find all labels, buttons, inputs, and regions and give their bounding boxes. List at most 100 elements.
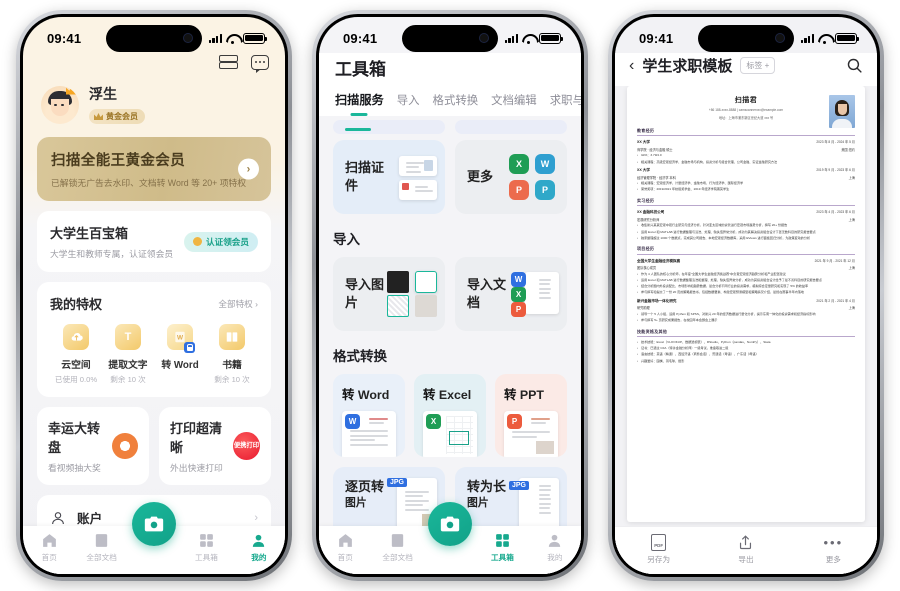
profile-icon xyxy=(250,532,267,549)
page-title: 学生求职模板 xyxy=(642,58,733,75)
resume-bullet: 结合分析国内外投资配比、市场影响和趋势数据，最合分析不同行业的投资需求，模拟综合… xyxy=(637,284,855,289)
privilege-name: 云空间 xyxy=(61,360,91,371)
resume-section-heading: 教育经历 xyxy=(637,128,855,137)
gold-banner-title: 扫描全能王黄金会员 xyxy=(51,153,186,169)
tab-profile[interactable]: 我的 xyxy=(529,532,581,563)
resume-location: 上海 xyxy=(848,217,855,222)
tab-home[interactable]: 首页 xyxy=(319,532,371,563)
tool-label-line1: 逐页转 xyxy=(345,479,385,494)
camera-scan-button[interactable] xyxy=(132,502,176,546)
phone-bezel: 09:41 浮生 黄金会员 扫描全能王黄金会员 已解锁无广告去水印、文档转 Wo… xyxy=(20,14,288,577)
resume-bullet: 领导一个 5 人小组，运用 Python 和 SPSS，对新兴 20 年的经济数… xyxy=(637,312,855,317)
tab-home[interactable]: 首页 xyxy=(23,532,75,563)
home-icon xyxy=(41,532,58,549)
resume-role: 经济管理学院 · 经济学 本科 xyxy=(637,175,676,180)
screen-toolbox: 09:41 工具箱 扫描服务 导入 格式转换 文档编辑 求职与校园 xyxy=(319,17,581,574)
profile-row[interactable]: 浮生 黄金会员 xyxy=(23,70,285,137)
privileges-grid: 云空间 已使用 0.0% T 提取文字 剩余 10 次 W 转 Word 书籍 … xyxy=(50,324,258,385)
tool-label-line2: 图片 xyxy=(467,496,489,509)
tool-card-to-ppt[interactable]: 转 PPT P xyxy=(495,374,567,457)
tool-card-import-doc[interactable]: 导入文档 W X P xyxy=(455,257,567,331)
tool-card-to-excel[interactable]: 转 Excel X xyxy=(414,374,486,457)
tab-doc-edit[interactable]: 文档编辑 xyxy=(491,92,537,116)
tab-label: 工具箱 xyxy=(195,553,218,562)
cloud-icon xyxy=(63,324,89,350)
print-card[interactable]: 打印超清晰 外出快速打印 便携打印 xyxy=(159,407,271,485)
clipped-card-right xyxy=(455,120,567,134)
resume-org: XX 大学 xyxy=(637,140,650,145)
document-viewer[interactable]: 扫描君 +86 188-xxxx-8888 | camscannerxxx@ex… xyxy=(615,86,877,574)
avatar[interactable] xyxy=(41,85,79,124)
resume-bullet: 参与撰写和提交了一份 20 页的策略报告书，包括数据要素、构建宏观预测模型和策略… xyxy=(637,290,855,295)
tool-card-import-image[interactable]: 导入图片 xyxy=(333,257,445,331)
screen-home: 09:41 浮生 黄金会员 扫描全能王黄金会员 已解锁无广告去水印、文档转 Wo… xyxy=(23,17,285,574)
tab-toolbox[interactable]: 工具箱 xyxy=(476,532,528,563)
tab-import[interactable]: 导入 xyxy=(397,92,420,116)
privilege-item[interactable]: 云空间 已使用 0.0% xyxy=(50,324,102,385)
resume-location: 上海 xyxy=(848,175,855,180)
more-button[interactable]: ••• 更多 xyxy=(790,533,877,565)
status-indicators xyxy=(208,32,267,44)
screen-resume: 09:41 ‹ 学生求职模板 标签 + 扫描君 +86 188-xxxx-888… xyxy=(615,17,877,574)
camera-scan-button[interactable] xyxy=(428,502,472,546)
convert-prefix: 转 xyxy=(423,388,436,402)
resume-date: 2019 年 9 月 - 2023 年 6 月 xyxy=(816,168,855,173)
dynamic-island xyxy=(698,25,794,52)
text-extract-icon: T xyxy=(115,324,141,350)
resume-contact-line2: 地址：上海市浦东新区世纪大道 xxx 号 xyxy=(718,116,774,121)
resume-org: XX 金融科技公司 xyxy=(637,210,665,215)
privilege-item[interactable]: W 转 Word xyxy=(154,324,206,385)
status-indicators xyxy=(504,32,563,44)
section-title-import: 导入 xyxy=(333,232,360,247)
document-toolbar: PDF 另存为 导出 ••• 更多 xyxy=(615,526,877,574)
save-as-button[interactable]: PDF 另存为 xyxy=(615,533,702,565)
lucky-wheel-card[interactable]: 幸运大转盘 看视频抽大奖 xyxy=(37,407,149,485)
resume-name: 扫描君 xyxy=(734,97,758,104)
resume-bullet: 独家整理超过 1000 个数据点，完成其公司报告、本地宏观经济数据库，采用 EV… xyxy=(637,236,855,241)
ppt-slide-thumb: P xyxy=(504,411,558,457)
resume-bullet: 作为 4 人团队的核心分析师，在年度"全国大学生金融经济挑战赛"中负责宏观经济趋… xyxy=(637,272,855,277)
verify-member-button[interactable]: 认证领会员 xyxy=(184,231,258,252)
lucky-wheel-subtitle: 看视频抽大奖 xyxy=(48,463,101,473)
resume-section: 教育经历 XX 大学 2023 年 8 月 - 2024 年 5 月 商学院 · … xyxy=(637,128,855,192)
tool-card-more[interactable]: 更多 X W P P xyxy=(455,140,567,214)
tab-format-convert[interactable]: 格式转换 xyxy=(433,92,479,116)
tab-all-docs[interactable]: 全部文档 xyxy=(75,532,127,563)
tab-job-campus[interactable]: 求职与校园 xyxy=(550,92,581,116)
wifi-icon xyxy=(818,33,831,44)
privilege-item[interactable]: 书籍 剩余 10 次 xyxy=(206,324,258,385)
privilege-item[interactable]: T 提取文字 剩余 10 次 xyxy=(102,324,154,385)
tab-profile[interactable]: 我的 xyxy=(233,532,285,563)
resume-bullet: 运用 Excel 和 MATLAB 进行数据整理清洗和整理、处理、缺失值异常分析… xyxy=(637,278,855,283)
word-icon: W xyxy=(511,272,526,287)
search-icon[interactable] xyxy=(846,57,863,74)
all-privileges-link[interactable]: 全部特权 › xyxy=(218,298,258,310)
add-tag-button[interactable]: 标签 + xyxy=(740,57,776,74)
gold-member-banner[interactable]: 扫描全能王黄金会员 已解锁无广告去水印、文档转 Word 等 20+ 项特权 › xyxy=(37,137,271,201)
student-toolbox-card[interactable]: 大学生百宝箱 大学生和教师专属，认证领会员 认证领会员 xyxy=(37,211,271,272)
tool-label-line2: 图片 xyxy=(345,496,367,509)
tool-card-scan-id[interactable]: 扫描证件 xyxy=(333,140,445,214)
signal-icon xyxy=(208,33,222,43)
chevron-right-icon[interactable]: › xyxy=(238,158,259,180)
chat-icon[interactable] xyxy=(251,55,269,73)
tool-label: 转为长 图片 xyxy=(467,478,506,510)
list-icon[interactable] xyxy=(219,55,238,69)
tab-toolbox[interactable]: 工具箱 xyxy=(180,532,232,563)
crown-small-icon xyxy=(94,113,103,120)
chevron-right-icon: › xyxy=(254,511,258,524)
export-button[interactable]: 导出 xyxy=(702,533,789,565)
tab-all-docs[interactable]: 全部文档 xyxy=(371,532,423,563)
photo-grid-thumb xyxy=(387,271,437,317)
word-icon: W xyxy=(535,154,555,174)
tool-card-to-word[interactable]: 转 Word W xyxy=(333,374,405,457)
tab-scan-service[interactable]: 扫描服务 xyxy=(335,90,384,116)
signal-icon xyxy=(504,33,518,43)
signal-icon xyxy=(800,33,814,43)
home-top xyxy=(23,53,285,73)
resume-entry: XX 金融科技公司 2023 年 4 月 - 2023 年 6 月 宏观研究分析师… xyxy=(637,209,855,240)
home-icon xyxy=(337,532,354,549)
resume-org: 新兴金融市场一体化研究 xyxy=(637,298,677,303)
back-button[interactable]: ‹ xyxy=(629,57,634,74)
resume-page[interactable]: 扫描君 +86 188-xxxx-8888 | camscannerxxx@ex… xyxy=(627,86,865,522)
